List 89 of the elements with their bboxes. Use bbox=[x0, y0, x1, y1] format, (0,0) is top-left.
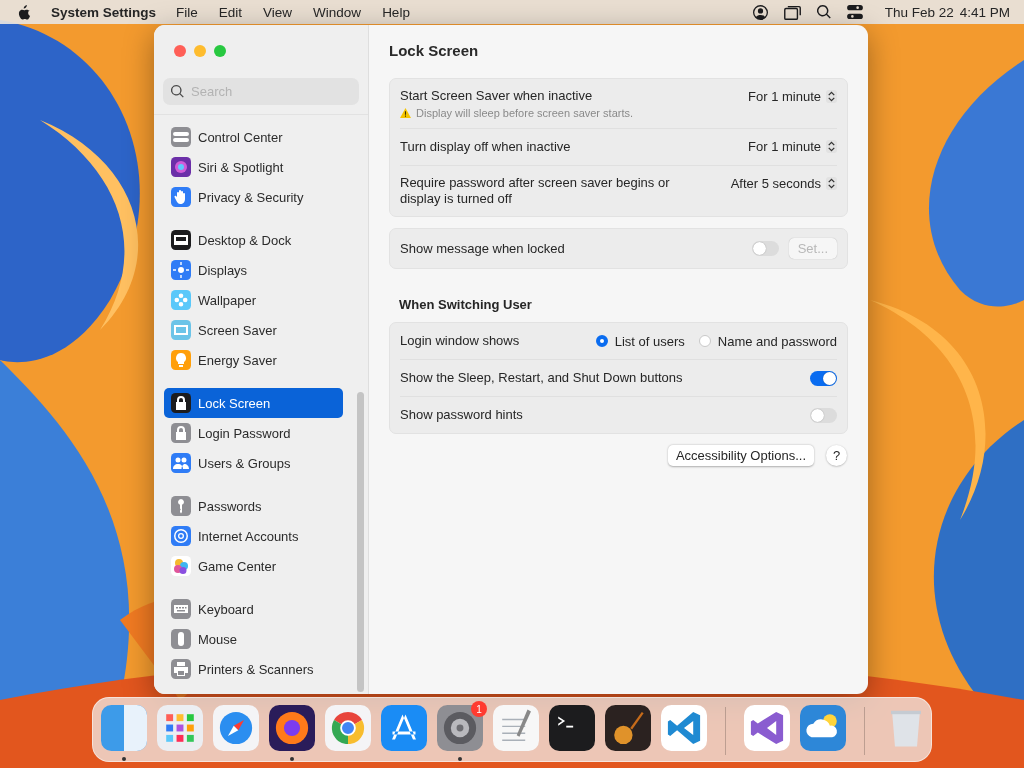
sidebar-item[interactable]: Internet Accounts bbox=[164, 521, 343, 551]
menu-item[interactable]: File bbox=[176, 4, 198, 20]
cloud-sun-icon bbox=[800, 705, 846, 751]
sidebar-item[interactable]: Keyboard bbox=[164, 594, 343, 624]
section-heading: When Switching User bbox=[399, 297, 533, 312]
sidebar-item[interactable]: Printers & Scanners bbox=[164, 654, 343, 684]
sidebar-item[interactable]: Privacy & Security bbox=[164, 182, 343, 212]
sidebar-item[interactable]: Login Password bbox=[164, 418, 343, 448]
sidebar-item[interactable]: Users & Groups bbox=[164, 448, 343, 478]
notepad-icon bbox=[493, 705, 539, 751]
flower-icon bbox=[171, 290, 191, 310]
dock-item[interactable] bbox=[269, 705, 315, 761]
setting-label: Login window shows bbox=[400, 333, 521, 349]
rings-icon bbox=[171, 526, 191, 546]
gear-icon bbox=[437, 705, 483, 751]
lock-icon bbox=[171, 393, 191, 413]
popup-button[interactable]: After 5 seconds bbox=[730, 176, 837, 191]
zoom-button[interactable] bbox=[214, 45, 226, 57]
sidebar-item[interactable]: Energy Saver bbox=[164, 345, 343, 375]
popup-button[interactable]: For 1 minute bbox=[748, 139, 837, 154]
terminal-icon bbox=[549, 705, 595, 751]
notification-badge: 1 bbox=[471, 701, 487, 717]
code-icon bbox=[661, 705, 707, 751]
search-icon[interactable] bbox=[816, 5, 831, 19]
sidebar-item[interactable]: Screen Saver bbox=[164, 315, 343, 345]
clock-time[interactable]: 4:41 PM bbox=[959, 4, 1010, 20]
guitar-icon bbox=[605, 705, 651, 751]
bubbles-icon bbox=[171, 556, 191, 576]
dock-icon bbox=[171, 230, 191, 250]
menu-item[interactable]: Edit bbox=[218, 4, 243, 20]
app-menu[interactable]: System Settings bbox=[51, 4, 157, 20]
search-icon bbox=[171, 85, 184, 98]
dock-item[interactable]: 1 bbox=[437, 705, 483, 761]
menu-item[interactable]: Window bbox=[313, 4, 362, 20]
two-tone-tile-icon bbox=[101, 705, 147, 751]
mouse-icon bbox=[171, 629, 191, 649]
up-down-chevron-icon bbox=[826, 90, 837, 103]
a-shape-icon bbox=[381, 705, 427, 751]
sidebar-item[interactable]: Siri & Spotlight bbox=[164, 152, 343, 182]
apple-logo-icon[interactable] bbox=[18, 4, 31, 20]
setting-label: Turn display off when inactive bbox=[400, 139, 572, 155]
printer-icon bbox=[171, 659, 191, 679]
sidebar-item[interactable]: Game Center bbox=[164, 551, 343, 581]
radio-option[interactable]: Name and password bbox=[698, 333, 837, 349]
menu-item[interactable]: Help bbox=[382, 4, 410, 20]
orb-icon bbox=[171, 157, 191, 177]
warning-icon bbox=[400, 108, 411, 118]
toggle-switch[interactable] bbox=[810, 407, 837, 423]
close-button[interactable] bbox=[174, 45, 186, 57]
setting-label: Require password after screen saver begins or display is turned off bbox=[400, 175, 671, 207]
page-title: Lock Screen bbox=[389, 41, 480, 61]
flame-globe-icon bbox=[269, 705, 315, 751]
clock-date[interactable]: Thu Feb 22 bbox=[884, 4, 954, 20]
up-down-chevron-icon bbox=[826, 177, 837, 190]
setting-label: Show the Sleep, Restart, and Shut Down buttons bbox=[400, 370, 684, 386]
menu-item[interactable]: View bbox=[263, 4, 293, 20]
toggles-icon bbox=[171, 127, 191, 147]
sidebar-item[interactable]: Displays bbox=[164, 255, 343, 285]
toggle-switch[interactable] bbox=[810, 370, 837, 386]
setting-label: Show message when locked bbox=[400, 240, 566, 257]
windows-icon[interactable] bbox=[783, 4, 801, 20]
scroll-bar[interactable] bbox=[357, 392, 364, 692]
lock-icon bbox=[171, 423, 191, 443]
ribbon-icon bbox=[744, 705, 790, 751]
keyboard-icon bbox=[171, 599, 191, 619]
hand-icon bbox=[171, 187, 191, 207]
sidebar-item[interactable]: Mouse bbox=[164, 624, 343, 654]
sidebar-item[interactable]: Passwords bbox=[164, 491, 343, 521]
accessibility-options-button[interactable]: Accessibility Options... bbox=[667, 445, 814, 466]
sidebar-item[interactable]: Wallpaper bbox=[164, 285, 343, 315]
toggle-switch[interactable] bbox=[751, 241, 779, 256]
key-icon bbox=[171, 496, 191, 516]
radio-option[interactable]: List of users bbox=[595, 333, 685, 349]
sidebar-item[interactable]: Lock Screen bbox=[164, 388, 343, 418]
lightbulb-icon bbox=[171, 350, 191, 370]
sun-icon bbox=[171, 260, 191, 280]
setting-label: Show password hints bbox=[400, 407, 524, 423]
popup-button[interactable]: For 1 minute bbox=[748, 89, 837, 104]
grid-icon bbox=[157, 705, 203, 751]
people-icon bbox=[171, 453, 191, 473]
setting-label: Start Screen Saver when inactive bbox=[400, 88, 594, 104]
sidebar-item[interactable]: Desktop & Dock bbox=[164, 225, 343, 255]
screen-icon bbox=[171, 320, 191, 340]
control-toggles-icon[interactable] bbox=[846, 5, 863, 19]
up-down-chevron-icon bbox=[826, 140, 837, 153]
sidebar-item[interactable]: Control Center bbox=[164, 122, 343, 152]
help-button[interactable]: ? bbox=[826, 445, 847, 466]
warning-note: Display will sleep before screen saver starts. bbox=[416, 107, 634, 119]
compass-icon bbox=[213, 705, 259, 751]
